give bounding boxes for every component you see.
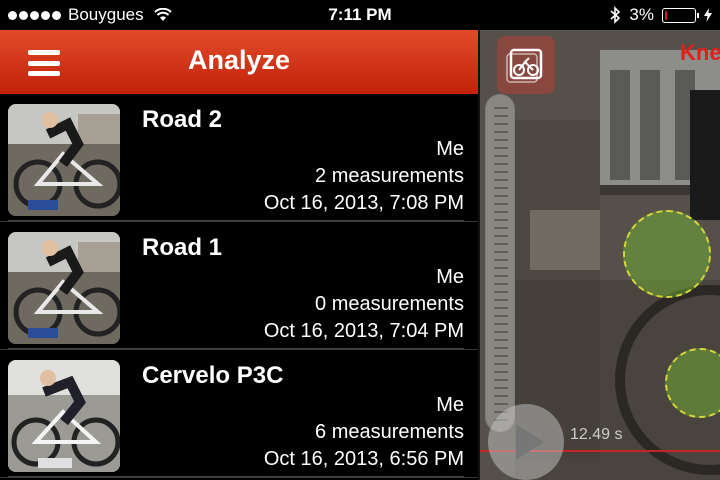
slider-tick xyxy=(494,139,508,141)
item-date: Oct 16, 2013, 6:56 PM xyxy=(263,448,464,470)
slider-tick xyxy=(494,315,508,317)
slider-tick xyxy=(494,395,508,397)
video-preview-panel[interactable]: Kne 12.49 s xyxy=(480,30,720,480)
slider-tick xyxy=(494,371,508,373)
slider-tick xyxy=(494,291,508,293)
slider-tick xyxy=(494,387,508,389)
item-title: Cervelo P3C xyxy=(142,362,284,389)
video-time-readout: 12.49 s xyxy=(570,426,623,443)
play-icon[interactable] xyxy=(488,404,564,480)
list-item[interactable]: Road 2 Me 2 measurements Oct 16, 2013, 7… xyxy=(0,94,478,222)
slider-tick xyxy=(494,331,508,333)
item-owner: Me xyxy=(436,266,464,288)
item-title: Road 1 xyxy=(142,234,223,261)
slider-tick xyxy=(494,187,508,189)
slider-tick xyxy=(494,123,508,125)
battery-percent: 3% xyxy=(629,5,654,24)
bike-camera-icon[interactable] xyxy=(497,36,555,94)
joint-label: Kne xyxy=(680,40,720,65)
slider-tick xyxy=(494,347,508,349)
slider-tick xyxy=(494,267,508,269)
battery-icon xyxy=(662,7,699,23)
item-owner: Me xyxy=(436,394,464,416)
slider-tick xyxy=(494,275,508,277)
item-measurements: 2 measurements xyxy=(315,165,464,187)
slider-tick xyxy=(494,235,508,237)
slider-tick xyxy=(494,243,508,245)
item-measurements: 0 measurements xyxy=(315,293,464,315)
signal-strength-icon xyxy=(8,10,61,20)
joint-marker[interactable] xyxy=(623,210,711,298)
slider-tick xyxy=(494,155,508,157)
wifi-icon xyxy=(153,8,172,21)
charging-bolt-icon xyxy=(704,8,712,22)
cyclist-thumbnail xyxy=(8,232,120,344)
slider-tick xyxy=(494,131,508,133)
slider-tick xyxy=(494,163,508,165)
slider-tick xyxy=(494,107,508,109)
slider-tick xyxy=(494,299,508,301)
item-title: Road 2 xyxy=(142,106,223,133)
page-title: Analyze xyxy=(187,45,291,75)
list-item[interactable]: Cervelo P3C Me 6 measurements Oct 16, 20… xyxy=(0,350,478,478)
slider-tick xyxy=(494,363,508,365)
battery-level-fill xyxy=(665,10,667,20)
slider-tick xyxy=(494,203,508,205)
slider-tick xyxy=(494,179,508,181)
nav-bar: Analyze xyxy=(0,30,478,94)
slider-tick xyxy=(494,355,508,357)
slider-tick xyxy=(494,283,508,285)
list-item[interactable]: Road 1 Me 0 measurements Oct 16, 2013, 7… xyxy=(0,222,478,350)
slider-tick xyxy=(494,379,508,381)
slider-tick xyxy=(494,339,508,341)
slider-tick xyxy=(494,147,508,149)
slider-tick xyxy=(494,219,508,221)
bluetooth-icon xyxy=(610,6,621,24)
item-owner: Me xyxy=(436,138,464,160)
slider-tick xyxy=(494,115,508,117)
slider-tick xyxy=(494,307,508,309)
status-bar: Bouygues 7:11 PM 3% xyxy=(0,0,720,30)
carrier-name: Bouygues xyxy=(68,5,144,24)
item-date: Oct 16, 2013, 7:04 PM xyxy=(263,320,464,342)
slider-tick xyxy=(494,251,508,253)
slider-tick xyxy=(494,211,508,213)
slider-tick xyxy=(494,323,508,325)
slider-tick xyxy=(494,195,508,197)
item-date: Oct 16, 2013, 7:08 PM xyxy=(263,192,464,214)
slider-tick xyxy=(494,259,508,261)
cyclist-thumbnail xyxy=(8,360,120,472)
slider-tick xyxy=(494,171,508,173)
cyclist-thumbnail xyxy=(8,104,120,216)
analyze-list-panel: Analyze Road 2 Me 2 measurements Oct 16,… xyxy=(0,30,478,480)
slider-tick xyxy=(494,227,508,229)
frame-scrubber-slider[interactable] xyxy=(485,94,515,432)
item-measurements: 6 measurements xyxy=(315,421,464,443)
